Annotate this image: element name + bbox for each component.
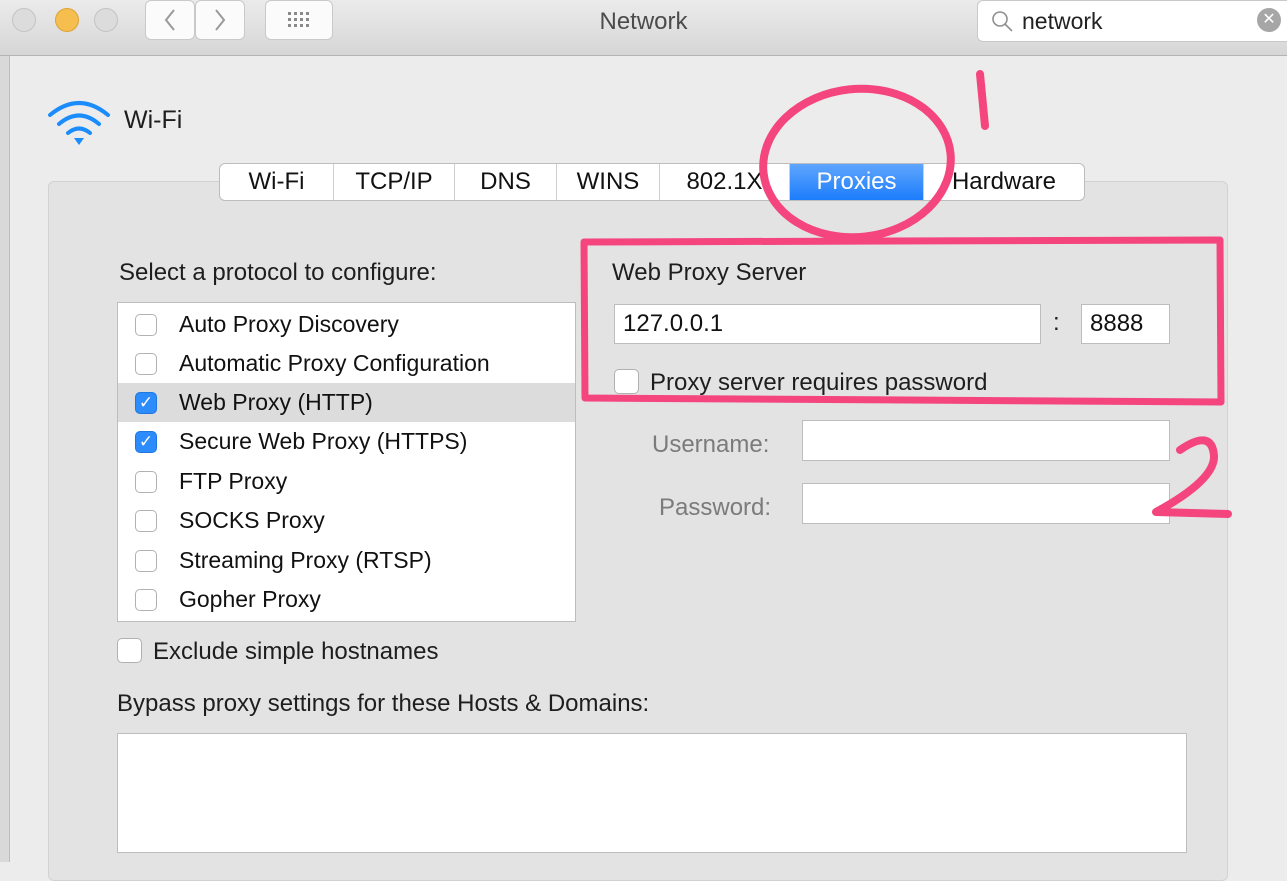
title-bar: Network network ✕ bbox=[0, 0, 1287, 56]
chevron-right-icon bbox=[215, 9, 226, 31]
protocol-checkbox[interactable] bbox=[135, 352, 157, 375]
search-input[interactable]: network bbox=[1022, 8, 1103, 35]
annotation-mark-1 bbox=[976, 70, 989, 130]
password-label: Password: bbox=[659, 494, 772, 521]
protocol-checkbox[interactable]: ✓ bbox=[135, 430, 157, 453]
zoom-window-button[interactable] bbox=[94, 8, 118, 32]
forward-button[interactable] bbox=[195, 0, 245, 40]
list-item[interactable]: FTP Proxy bbox=[118, 462, 575, 501]
protocol-checkbox[interactable] bbox=[135, 313, 157, 336]
list-item[interactable]: Gopher Proxy bbox=[118, 580, 575, 619]
list-item[interactable]: SOCKS Proxy bbox=[118, 501, 575, 540]
list-item[interactable]: Streaming Proxy (RTSP) bbox=[118, 541, 575, 580]
tab-wins[interactable]: WINS bbox=[557, 164, 660, 200]
protocol-checkbox[interactable]: ✓ bbox=[135, 391, 157, 414]
port-separator: : bbox=[1053, 309, 1060, 336]
tab-wifi[interactable]: Wi-Fi bbox=[220, 164, 334, 200]
protocol-list: Auto Proxy Discovery Automatic Proxy Con… bbox=[117, 302, 576, 622]
show-all-button[interactable] bbox=[265, 0, 333, 40]
protocol-label: FTP Proxy bbox=[179, 468, 288, 494]
grid-icon bbox=[288, 12, 309, 27]
protocol-label: Gopher Proxy bbox=[179, 586, 321, 612]
list-item[interactable]: Automatic Proxy Configuration bbox=[118, 344, 575, 383]
proxy-port-field[interactable]: 8888 bbox=[1081, 304, 1170, 344]
chevron-left-icon bbox=[164, 9, 175, 31]
service-name: Wi-Fi bbox=[124, 106, 183, 134]
window-edge bbox=[0, 56, 10, 862]
search-field[interactable]: network bbox=[977, 0, 1287, 42]
protocol-label: Automatic Proxy Configuration bbox=[179, 350, 490, 376]
back-button[interactable] bbox=[145, 0, 195, 40]
protocol-label: Auto Proxy Discovery bbox=[179, 311, 399, 337]
list-item[interactable]: ✓ Web Proxy (HTTP) bbox=[118, 383, 575, 422]
minimize-window-button[interactable] bbox=[55, 8, 79, 32]
exclude-hostnames-checkbox[interactable] bbox=[117, 638, 142, 663]
tab-dns[interactable]: DNS bbox=[455, 164, 557, 200]
tab-proxies[interactable]: Proxies bbox=[790, 164, 924, 200]
checkmark-icon: ✓ bbox=[138, 431, 154, 451]
bypass-textarea[interactable] bbox=[117, 733, 1187, 853]
search-icon bbox=[992, 11, 1013, 32]
exclude-hostnames-label: Exclude simple hostnames bbox=[153, 638, 439, 665]
tab-bar: Wi-Fi TCP/IP DNS WINS 802.1X Proxies Har… bbox=[219, 163, 1085, 201]
proxy-server-field[interactable]: 127.0.0.1 bbox=[614, 304, 1041, 344]
protocol-checkbox[interactable] bbox=[135, 588, 157, 611]
username-label: Username: bbox=[652, 431, 770, 458]
protocol-checkbox[interactable] bbox=[135, 549, 157, 572]
protocol-label: Web Proxy (HTTP) bbox=[179, 389, 373, 415]
list-item[interactable]: ✓ Secure Web Proxy (HTTPS) bbox=[118, 422, 575, 461]
bypass-label: Bypass proxy settings for these Hosts & … bbox=[117, 690, 650, 717]
requires-password-checkbox[interactable] bbox=[614, 369, 639, 394]
protocol-checkbox[interactable] bbox=[135, 470, 157, 493]
password-field[interactable] bbox=[802, 483, 1170, 524]
close-window-button[interactable] bbox=[12, 8, 36, 32]
protocol-heading: Select a protocol to configure: bbox=[119, 259, 437, 286]
tab-tcpip[interactable]: TCP/IP bbox=[334, 164, 455, 200]
proxy-server-heading: Web Proxy Server bbox=[612, 259, 807, 286]
protocol-checkbox[interactable] bbox=[135, 509, 157, 532]
list-item[interactable]: Auto Proxy Discovery bbox=[118, 305, 575, 344]
protocol-label: Secure Web Proxy (HTTPS) bbox=[179, 428, 468, 454]
requires-password-label: Proxy server requires password bbox=[650, 369, 988, 396]
clear-icon[interactable]: ✕ bbox=[1257, 8, 1281, 32]
tab-hardware[interactable]: Hardware bbox=[924, 164, 1084, 200]
protocol-label: SOCKS Proxy bbox=[179, 507, 325, 533]
wifi-icon bbox=[48, 101, 110, 145]
protocol-label: Streaming Proxy (RTSP) bbox=[179, 547, 432, 573]
checkmark-icon: ✓ bbox=[138, 392, 154, 412]
tab-8021x[interactable]: 802.1X bbox=[660, 164, 790, 200]
username-field[interactable] bbox=[802, 420, 1170, 461]
